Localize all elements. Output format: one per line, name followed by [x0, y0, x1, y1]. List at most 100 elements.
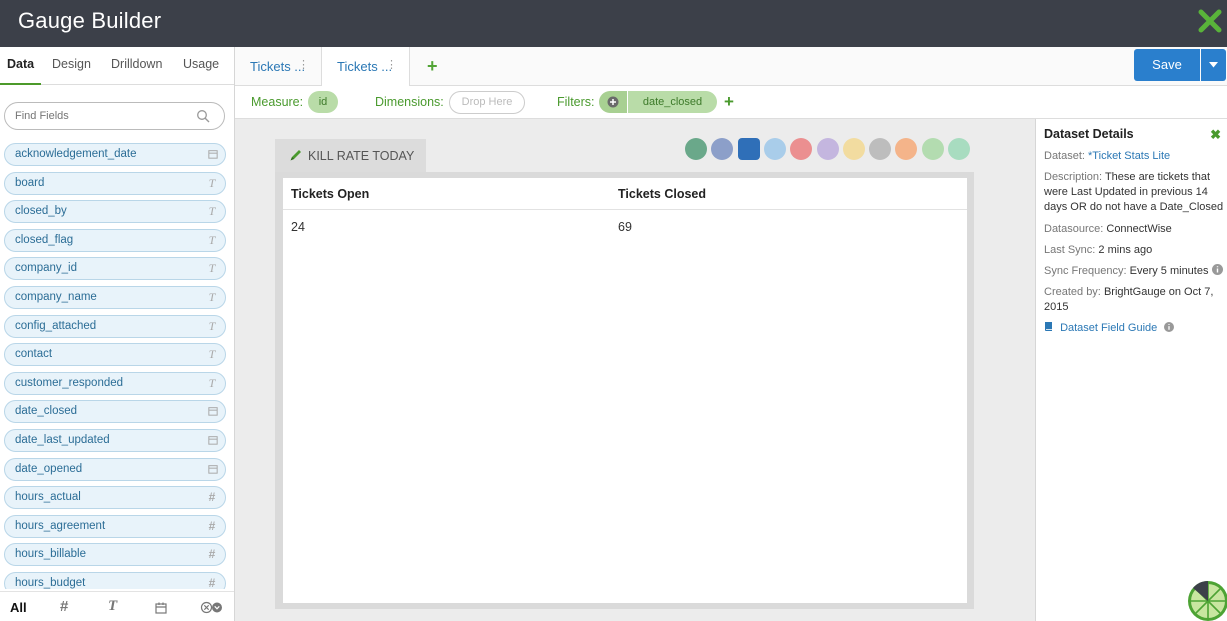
window-icon[interactable] [921, 138, 944, 160]
header-divider [283, 209, 967, 210]
gauge-title-tab[interactable]: KILL RATE TODAY [275, 139, 426, 172]
dataset-link[interactable]: *Ticket Stats Lite [1088, 150, 1170, 162]
filters-label: Filters: [557, 95, 595, 109]
measure-pill[interactable]: id [308, 91, 338, 113]
dimensions-drop-zone[interactable]: Drop Here [449, 91, 525, 114]
field-name: closed_by [15, 205, 67, 218]
field-name: company_id [15, 262, 78, 275]
field-item[interactable]: hours_actual # [4, 486, 226, 510]
filter-all[interactable]: All [10, 600, 27, 615]
description-label: Description: [1044, 171, 1103, 183]
info-icon[interactable] [1211, 264, 1223, 275]
bar-chart-icon[interactable] [763, 138, 786, 160]
field-item[interactable]: date_last_updated [4, 429, 226, 452]
field-item[interactable]: acknowledgement_date [4, 143, 226, 166]
line-chart-icon[interactable] [790, 138, 813, 160]
title-bar: Gauge Builder [0, 0, 1227, 47]
filter-text[interactable]: T [108, 598, 117, 615]
save-button[interactable]: Save [1134, 49, 1200, 81]
sheet-tab-1[interactable]: Tickets ... ⋮ [235, 47, 322, 86]
list-chart-icon[interactable] [816, 138, 839, 160]
last-sync-row: Last Sync: 2 mins ago [1044, 243, 1226, 258]
field-item[interactable]: closed_by T [4, 200, 226, 224]
text-type-icon: T [208, 318, 216, 333]
pie-chart-icon[interactable] [842, 138, 865, 160]
camera-icon[interactable] [711, 138, 734, 160]
sheet-tab-2[interactable]: Tickets ... ⋮ [322, 47, 410, 87]
field-item[interactable]: customer_responded T [4, 371, 226, 395]
field-item[interactable]: date_closed [4, 400, 226, 424]
add-filter-icon[interactable]: + [724, 92, 734, 112]
sheet-tab-label: Tickets ... [337, 59, 393, 74]
field-item[interactable]: company_id T [4, 257, 226, 281]
sheet-tab-bar: Tickets ... ⋮ Tickets ... ⋮ + Save [235, 47, 1227, 87]
table-cell-tickets-closed: 69 [618, 220, 632, 234]
info-icon[interactable] [1164, 322, 1175, 332]
sheet-tab-label: Tickets ... [250, 59, 306, 74]
field-item[interactable]: hours_agreement # [4, 514, 226, 538]
left-panel: Data Design Drilldown Usage acknowledgem… [0, 47, 235, 621]
gauge-icon[interactable] [895, 138, 918, 160]
app-title: Gauge Builder [18, 8, 162, 33]
filter-other-icon[interactable] [200, 601, 224, 614]
filter-pill[interactable]: date_closed [628, 91, 717, 113]
field-item[interactable]: company_name T [4, 286, 226, 309]
chevron-down-icon [1209, 62, 1218, 68]
field-item[interactable]: hours_budget # [4, 572, 226, 589]
lime-logo-icon[interactable] [1187, 575, 1227, 621]
tab-usage[interactable]: Usage [183, 57, 219, 71]
number-icon[interactable] [869, 138, 892, 160]
find-fields-search[interactable] [4, 102, 225, 130]
field-name: hours_actual [15, 491, 81, 504]
tab-drilldown[interactable]: Drilldown [111, 57, 162, 71]
field-item[interactable]: closed_flag T [4, 228, 226, 252]
dataset-field-guide-link[interactable]: Dataset Field Guide [1060, 322, 1157, 334]
gauge-canvas: KILL RATE TODAY Tickets Open Tickets Clo… [235, 119, 1035, 621]
sync-frequency-label: Sync Frequency: [1044, 265, 1127, 277]
add-tab-icon[interactable]: + [427, 56, 438, 77]
text-type-icon: T [208, 175, 216, 190]
tab-data[interactable]: Data [7, 57, 34, 71]
text-type-icon: T [208, 375, 216, 390]
datasource-value: ConnectWise [1106, 223, 1172, 235]
filter-number[interactable]: # [60, 598, 68, 615]
pencil-icon[interactable] [289, 148, 303, 162]
field-name: hours_agreement [15, 519, 106, 532]
field-item[interactable]: config_attached T [4, 314, 226, 338]
filter-date-icon[interactable] [155, 602, 167, 614]
field-item[interactable]: contact T [4, 343, 226, 367]
field-item[interactable]: date_opened [4, 457, 226, 481]
save-dropdown-button[interactable] [1201, 49, 1226, 81]
field-name: config_attached [15, 319, 97, 332]
table-cell-tickets-open: 24 [291, 220, 305, 234]
field-name: closed_flag [15, 233, 74, 246]
more-icon[interactable]: ⋮ [298, 58, 309, 71]
table-icon[interactable] [737, 138, 760, 160]
search-input[interactable] [15, 108, 190, 124]
field-type-filter-bar: All # T [0, 591, 234, 621]
field-list[interactable]: acknowledgement_date board Tclosed_by Tclos… [0, 143, 235, 589]
date-type-icon [208, 150, 218, 159]
close-icon[interactable] [1197, 6, 1223, 36]
more-icon[interactable]: ⋮ [386, 58, 397, 71]
created-by-label: Created by: [1044, 286, 1101, 298]
field-item[interactable]: board T [4, 171, 226, 195]
field-name: hours_budget [15, 577, 86, 589]
dimensions-label: Dimensions: [375, 95, 444, 109]
datasource-row: Datasource: ConnectWise [1044, 222, 1226, 237]
search-icon[interactable] [196, 109, 210, 123]
column-header-tickets-open[interactable]: Tickets Open [291, 187, 369, 201]
measure-label: Measure: [251, 95, 304, 109]
field-guide-row: Dataset Field Guide [1044, 321, 1226, 336]
close-icon[interactable]: ✖ [1210, 127, 1221, 143]
filter-settings-button[interactable] [599, 91, 627, 113]
date-type-icon [208, 436, 218, 445]
gauge-frame: Tickets Open Tickets Closed 24 69 [275, 172, 974, 609]
trophy-icon[interactable] [948, 138, 970, 160]
column-header-tickets-closed[interactable]: Tickets Closed [618, 187, 706, 201]
field-item[interactable]: hours_billable # [4, 543, 226, 567]
tab-design[interactable]: Design [52, 57, 91, 71]
number-type-icon: # [208, 518, 216, 533]
created-by-row: Created by: BrightGauge on Oct 7, 2015 [1044, 285, 1226, 315]
filter-icon[interactable] [685, 138, 707, 160]
